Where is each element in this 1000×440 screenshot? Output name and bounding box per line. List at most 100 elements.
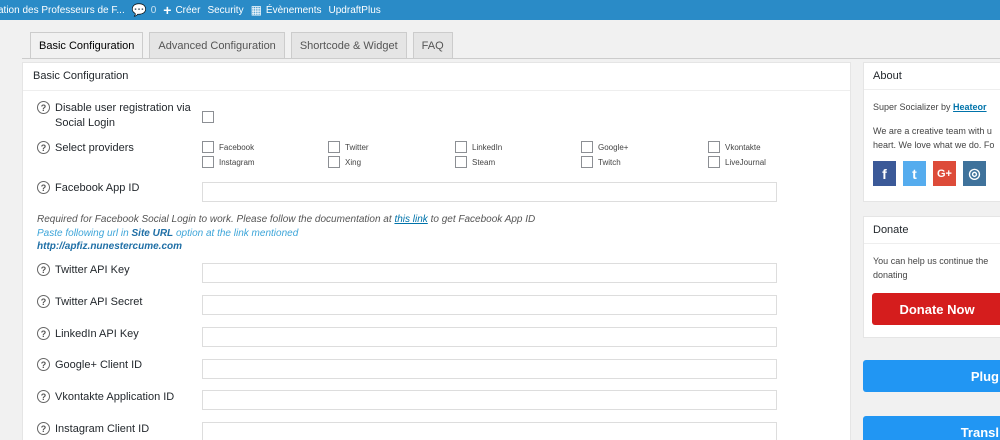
provider-facebook[interactable]: Facebook xyxy=(202,141,254,153)
twitter-api-secret-input[interactable] xyxy=(202,295,777,315)
twitter-api-key-row: ? Twitter API Key xyxy=(37,263,130,278)
google-client-id-input[interactable] xyxy=(202,359,777,379)
tab-shortcode-widget[interactable]: Shortcode & Widget xyxy=(290,32,407,58)
linkedin-api-key-row: ? LinkedIn API Key xyxy=(37,327,139,342)
disable-registration-label: Disable user registration via Social Log… xyxy=(55,101,191,131)
linkedin-api-key-input[interactable] xyxy=(202,327,777,347)
note-text: Required for Facebook Social Login to wo… xyxy=(37,214,395,225)
site-name-label: ation des Professeurs de F... xyxy=(0,4,125,16)
by-text: by xyxy=(938,102,954,112)
tab-divider xyxy=(22,58,1000,59)
disable-registration-checkbox[interactable] xyxy=(202,111,214,123)
facebook-app-id-note: Required for Facebook Social Login to wo… xyxy=(37,213,535,226)
select-providers-row: ? Select providers xyxy=(37,141,134,156)
site-name-link[interactable]: ation des Professeurs de F... xyxy=(0,0,132,20)
note-text: to get Facebook App ID xyxy=(427,214,536,225)
provider-vkontakte[interactable]: Vkontakte xyxy=(708,141,761,153)
vkontakte-app-id-label: Vkontakte Application ID xyxy=(55,391,175,403)
provider-twitter[interactable]: Twitter xyxy=(328,141,369,153)
new-content-link[interactable]: + Créer xyxy=(163,0,207,20)
twitter-api-key-input[interactable] xyxy=(202,263,777,283)
provider-instagram[interactable]: Instagram xyxy=(202,156,255,168)
provider-steam[interactable]: Steam xyxy=(455,156,495,168)
provider-checkbox[interactable] xyxy=(328,156,340,168)
admin-bar: ation des Professeurs de F... 💬 0 + Créer … xyxy=(0,0,1000,20)
provider-google-plus[interactable]: Google+ xyxy=(581,141,628,153)
provider-checkbox[interactable] xyxy=(708,141,720,153)
provider-linkedin[interactable]: LinkedIn xyxy=(455,141,502,153)
provider-checkbox[interactable] xyxy=(455,141,467,153)
tab-advanced-configuration[interactable]: Advanced Configuration xyxy=(149,32,285,58)
help-icon[interactable]: ? xyxy=(37,101,50,114)
note-emphasis: Site URL xyxy=(131,228,174,239)
author-link[interactable]: Heateor xyxy=(953,102,987,112)
basic-configuration-panel: Basic Configuration ? Disable user regis… xyxy=(22,62,851,440)
linkedin-api-key-label: LinkedIn API Key xyxy=(55,328,139,340)
provider-label: Facebook xyxy=(219,142,255,152)
provider-label: Twitter xyxy=(345,142,369,152)
translate-button[interactable]: Transl xyxy=(863,416,1000,440)
settings-tabs: Basic Configuration Advanced Configurati… xyxy=(30,32,459,59)
provider-checkbox[interactable] xyxy=(455,156,467,168)
facebook-app-id-row: ? Facebook App ID xyxy=(37,181,139,196)
provider-xing[interactable]: Xing xyxy=(328,156,361,168)
tab-faq[interactable]: FAQ xyxy=(412,32,453,58)
updraftplus-link[interactable]: UpdraftPlus xyxy=(329,0,388,20)
google-plus-icon[interactable]: G+ xyxy=(933,161,956,186)
provider-twitch[interactable]: Twitch xyxy=(581,156,621,168)
provider-label: Twitch xyxy=(598,157,621,167)
social-icons: f t G+ ◎ xyxy=(864,161,1000,186)
documentation-link[interactable]: this link xyxy=(394,214,427,225)
help-icon[interactable]: ? xyxy=(37,141,50,154)
help-icon[interactable]: ? xyxy=(37,295,50,308)
panel-title: Basic Configuration xyxy=(23,63,850,91)
facebook-app-id-input[interactable] xyxy=(202,182,777,202)
events-link[interactable]: ▦ Évènements xyxy=(251,0,329,20)
provider-checkbox[interactable] xyxy=(708,156,720,168)
instagram-client-id-input[interactable] xyxy=(202,422,777,440)
tab-basic-configuration[interactable]: Basic Configuration xyxy=(30,32,144,59)
twitter-api-secret-row: ? Twitter API Secret xyxy=(37,295,142,310)
about-description-line1: We are a creative team with u xyxy=(873,126,992,136)
provider-checkbox[interactable] xyxy=(581,156,593,168)
facebook-icon[interactable]: f xyxy=(873,161,896,186)
security-label: Security xyxy=(207,4,244,16)
select-providers-label: Select providers xyxy=(55,142,134,154)
help-icon[interactable]: ? xyxy=(37,358,50,371)
provider-checkbox[interactable] xyxy=(328,141,340,153)
donate-title: Donate xyxy=(864,217,1000,244)
disable-registration-row: ? Disable user registration via Social L… xyxy=(37,101,191,131)
google-client-id-row: ? Google+ Client ID xyxy=(37,358,142,373)
instagram-icon[interactable]: ◎ xyxy=(963,161,986,186)
twitter-icon[interactable]: t xyxy=(903,161,926,186)
twitter-api-secret-label: Twitter API Secret xyxy=(55,296,143,308)
security-link[interactable]: Security xyxy=(207,0,250,20)
comments-link[interactable]: 💬 0 xyxy=(132,0,164,20)
events-label: Évènements xyxy=(265,4,322,16)
note-text: Paste following url in xyxy=(37,228,132,239)
twitter-api-key-label: Twitter API Key xyxy=(55,264,130,276)
provider-checkbox[interactable] xyxy=(202,141,214,153)
help-icon[interactable]: ? xyxy=(37,422,50,435)
plugin-name: Super Socializer xyxy=(873,102,939,112)
vkontakte-app-id-row: ? Vkontakte Application ID xyxy=(37,390,174,405)
disable-registration-label-line1: Disable user registration via xyxy=(55,102,191,114)
help-icon[interactable]: ? xyxy=(37,327,50,340)
about-title: About xyxy=(864,63,1000,90)
disable-registration-label-line2: Social Login xyxy=(55,117,115,129)
donate-description-line1: You can help us continue the xyxy=(873,256,989,266)
help-icon[interactable]: ? xyxy=(37,263,50,276)
help-icon[interactable]: ? xyxy=(37,390,50,403)
plugin-button[interactable]: Plug xyxy=(863,360,1000,392)
donate-now-button[interactable]: Donate Now xyxy=(872,293,1000,325)
help-icon[interactable]: ? xyxy=(37,181,50,194)
note-text: option at the link mentioned xyxy=(173,228,299,239)
instagram-client-id-row: ? Instagram Client ID xyxy=(37,422,149,437)
provider-checkbox[interactable] xyxy=(581,141,593,153)
provider-checkbox[interactable] xyxy=(202,156,214,168)
provider-label: Instagram xyxy=(219,157,255,167)
about-plugin-line: Super Socializer by Heateor xyxy=(864,100,1000,114)
calendar-icon: ▦ xyxy=(250,3,262,17)
vkontakte-app-id-input[interactable] xyxy=(202,390,777,410)
provider-livejournal[interactable]: LiveJournal xyxy=(708,156,766,168)
